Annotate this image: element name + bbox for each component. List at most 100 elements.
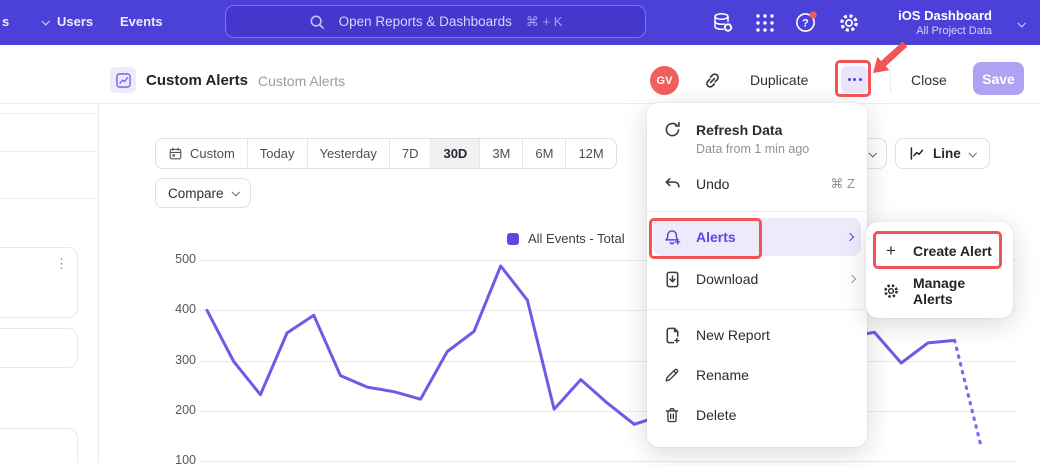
compare-button[interactable]: Compare [155,178,251,208]
header-divider [890,65,891,93]
new-report-icon [661,326,683,345]
svg-text:?: ? [802,17,809,29]
query-card [0,428,78,462]
line-chart-icon [908,145,925,162]
notification-dot [810,11,817,18]
kebab-menu-icon[interactable]: ⋮ [55,256,68,272]
menu-label: Refresh Data [696,122,782,138]
y-axis-tick: 100 [156,453,196,467]
query-card [0,328,78,368]
range-30d[interactable]: 30D [430,139,479,168]
page-title: Custom Alerts [146,72,248,89]
range-6m[interactable]: 6M [522,139,565,168]
menu-item-delete[interactable]: Delete [647,397,867,433]
global-search-input[interactable]: Open Reports & Dashboards ⌘ + K [225,5,646,38]
breadcrumb: Custom Alerts [258,73,345,89]
nav-item-boards-partial[interactable]: s [2,14,48,29]
nav-item-events[interactable]: Events [120,14,163,29]
alerts-submenu: + Create Alert Manage Alerts [866,222,1013,318]
chevron-down-icon [868,149,876,157]
navbar-right-group: ? iOS Dashboard All Project Data [710,0,1024,45]
menu-divider [647,309,867,310]
rail-divider [0,113,97,114]
range-3m[interactable]: 3M [479,139,522,168]
project-name: iOS Dashboard [898,8,992,23]
menu-item-alerts[interactable]: Alerts [653,218,861,256]
y-axis-tick: 500 [156,252,196,266]
rail-divider [0,198,97,199]
chevron-down-icon [968,149,976,157]
legend-label: All Events - Total [528,231,625,246]
range-custom[interactable]: Custom [156,139,247,168]
gear-icon [882,282,900,300]
refresh-data-age: Data from 1 min ago [696,142,809,156]
chart-type-label: Line [933,146,961,161]
submenu-item-create-alert[interactable]: + Create Alert [874,234,1005,268]
menu-label: Alerts [696,229,736,245]
menu-item-undo[interactable]: Undo ⌘ Z [647,167,867,201]
pencil-icon [661,366,683,384]
compare-label: Compare [168,186,224,201]
copy-link-icon[interactable] [702,70,723,91]
range-yesterday[interactable]: Yesterday [307,139,389,168]
range-label: Custom [190,146,235,161]
y-axis-tick: 400 [156,302,196,316]
download-icon [661,270,683,289]
search-icon [309,14,325,30]
settings-gear-icon[interactable] [836,10,861,35]
chevron-down-icon [42,17,50,25]
chart-type-button[interactable]: Line [895,138,990,169]
menu-item-refresh-data[interactable]: Refresh Data Data from 1 min ago [647,115,867,163]
undo-icon [661,175,683,194]
date-range-segmented-control: Custom Today Yesterday 7D 30D 3M 6M 12M [155,138,617,169]
menu-label: Undo [696,176,729,192]
query-builder-rail: ⋮ [0,104,99,462]
apps-grid-icon[interactable] [752,10,777,35]
submenu-label: Manage Alerts [913,275,997,307]
calendar-icon [168,146,183,161]
nav-partial-label: s [2,14,9,29]
close-button[interactable]: Close [911,72,947,88]
help-icon[interactable]: ? [794,10,819,35]
report-options-menu: Refresh Data Data from 1 min ago Undo ⌘ … [647,103,867,447]
project-scope: All Project Data [898,25,992,37]
range-12m[interactable]: 12M [565,139,615,168]
save-button[interactable]: Save [973,62,1024,95]
project-chevron-down-icon[interactable] [1018,14,1024,32]
menu-label: Download [696,271,758,287]
more-options-button[interactable] [841,66,868,93]
app-root: { "colors": { "navbar": "#4b41d8", "acce… [0,0,1040,462]
submenu-chevron-icon [846,233,854,241]
nav-item-users[interactable]: Users [57,14,93,29]
menu-divider [647,211,867,212]
menu-label: Delete [696,407,736,423]
legend-swatch-icon [507,233,519,245]
chart-legend[interactable]: All Events - Total [507,231,625,246]
menu-item-download[interactable]: Download [647,261,867,297]
avatar[interactable]: GV [650,66,679,95]
y-axis-tick: 200 [156,403,196,417]
refresh-icon [661,120,683,139]
trash-icon [661,406,683,424]
submenu-label: Create Alert [913,243,992,259]
query-card: ⋮ [0,247,78,318]
submenu-item-manage-alerts[interactable]: Manage Alerts [874,274,1005,308]
plus-icon: + [882,241,900,261]
search-placeholder: Open Reports & Dashboards [339,14,512,29]
report-type-icon [110,67,136,93]
project-switcher[interactable]: iOS Dashboard All Project Data [898,8,992,37]
menu-item-new-report[interactable]: New Report [647,317,867,353]
data-management-icon[interactable] [710,10,735,35]
submenu-chevron-icon [848,275,856,283]
duplicate-button[interactable]: Duplicate [750,72,808,88]
gridline [200,411,1016,412]
rail-divider [0,151,97,152]
gridline [200,361,1016,362]
range-7d[interactable]: 7D [389,139,431,168]
bell-plus-icon [661,228,683,247]
chevron-down-icon [231,188,239,196]
search-shortcut: ⌘ + K [526,14,563,30]
menu-item-rename[interactable]: Rename [647,357,867,393]
range-today[interactable]: Today [247,139,307,168]
undo-shortcut: ⌘ Z [830,176,855,192]
